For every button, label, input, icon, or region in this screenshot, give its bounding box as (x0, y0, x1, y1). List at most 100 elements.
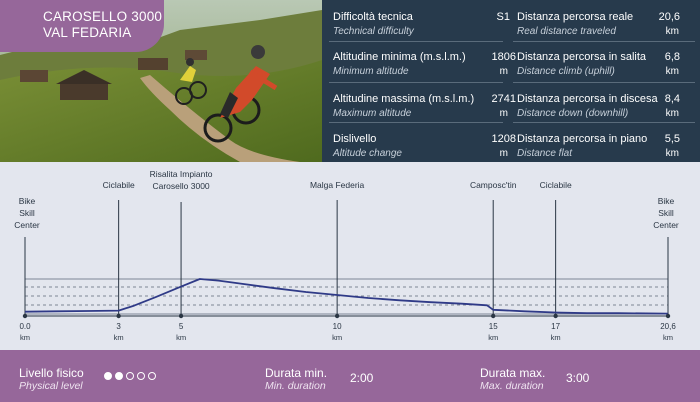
stat-flat-distance: Distanza percorsa in piano Distance flat… (517, 122, 687, 162)
stat-unit: m (499, 108, 508, 119)
stat-label: Distanza percorsa in discesa (517, 93, 658, 105)
stat-min-altitude: Altitudine minima (m.s.l.m.) Minimum alt… (333, 40, 516, 80)
stat-value: 20,6 (658, 11, 680, 23)
stat-divider (513, 41, 695, 42)
physical-level-dots (104, 372, 156, 382)
stat-divider (329, 122, 503, 123)
tick-unit: km (488, 333, 498, 342)
route-title-line2: VAL FEDARIA (43, 25, 132, 40)
min-duration-value: 2:00 (350, 371, 374, 385)
route-title-tag: CAROSELLO 3000 VAL FEDARIA (0, 0, 164, 52)
stat-sublabel: Distance down (downhill) (517, 108, 629, 119)
tick-unit: km (332, 333, 342, 342)
route-title-line1: CAROSELLO 3000 (43, 9, 163, 24)
header-area: CAROSELLO 3000 VAL FEDARIA Difficoltà te… (0, 0, 700, 162)
tick-unit: km (176, 333, 186, 342)
tick-dot (491, 313, 496, 319)
physical-level-sublabel: Physical level (19, 380, 83, 392)
tick-label: 5 (179, 322, 184, 331)
level-dot-filled (115, 372, 123, 380)
tick-dot (178, 313, 184, 319)
stat-label: Distanza percorsa in piano (517, 133, 648, 145)
tick-dot (553, 313, 558, 319)
stat-sublabel: Maximum altitude (333, 108, 412, 119)
stat-divider (513, 122, 695, 123)
waypoint-label: Bike (19, 196, 36, 206)
tick-dot (665, 313, 671, 319)
tick-unit: km (663, 333, 673, 342)
stat-label: Difficoltà tecnica (333, 11, 413, 23)
max-duration-value: 3:00 (566, 371, 590, 385)
tick-unit: km (20, 333, 30, 342)
stat-label: Altitudine minima (m.s.l.m.) (333, 51, 466, 63)
waypoint-label: Malga Federia (310, 180, 365, 190)
stat-value: 6,8 (664, 51, 680, 63)
stat-unit: km (665, 66, 679, 77)
tick-label: 20,6 (660, 322, 676, 331)
stat-altitude-change: Dislivello Altitude change 1208 m (333, 122, 516, 162)
stat-sublabel: Distance flat (517, 148, 573, 159)
stat-downhill-distance: Distanza percorsa in discesa Distance do… (517, 82, 687, 122)
stat-unit: m (499, 148, 508, 159)
waypoint-label: Ciclabile (103, 180, 135, 190)
tick-label: 0.0 (19, 322, 31, 331)
stat-label: Altitudine massima (m.s.l.m.) (333, 93, 475, 105)
stats-panel: Difficoltà tecnica Technical difficulty … (322, 0, 700, 162)
stat-label: Dislivello (333, 133, 377, 145)
stat-divider (513, 82, 695, 83)
waypoint-label: Skill (658, 208, 674, 218)
tick-label: 17 (551, 322, 560, 331)
tick-label: 3 (116, 322, 121, 331)
stat-max-altitude: Altitudine massima (m.s.l.m.) Maximum al… (333, 82, 516, 122)
trail-photo: CAROSELLO 3000 VAL FEDARIA (0, 0, 322, 162)
level-dot-empty (126, 372, 134, 380)
stat-unit: km (665, 148, 679, 159)
waypoint-label: Center (653, 220, 679, 230)
stat-label: Distanza percorsa in salita (517, 51, 647, 63)
stat-sublabel: Real distance traveled (517, 26, 616, 37)
physical-level-label: Livello fisico (19, 366, 84, 380)
level-dot-empty (148, 372, 156, 380)
stat-real-distance: Distanza percorsa reale Real distance tr… (517, 0, 687, 40)
waypoint-label: Carosello 3000 (152, 181, 209, 191)
elevation-profile-chart: Bike Skill Center Ciclabile Risalita Impiant… (14, 169, 679, 342)
stat-uphill-distance: Distanza percorsa in salita Distance cli… (517, 40, 687, 80)
waypoint-label: Bike (658, 196, 675, 206)
max-duration-sublabel: Max. duration (480, 380, 544, 392)
stat-value: S1 (496, 11, 510, 23)
stat-sublabel: Minimum altitude (333, 66, 409, 77)
stat-divider (329, 82, 503, 83)
stat-value: 5,5 (664, 133, 680, 145)
level-dot-filled (104, 372, 112, 380)
elevation-profile: Bike Skill Center Ciclabile Risalita Impiant… (0, 162, 700, 350)
waypoint-label: Camposc'tin (470, 180, 517, 190)
tick-label: 10 (333, 322, 342, 331)
stat-sublabel: Altitude change (333, 148, 402, 159)
stat-technical-difficulty: Difficoltà tecnica Technical difficulty … (333, 0, 510, 40)
stat-unit: km (665, 108, 679, 119)
stat-value: 8,4 (664, 93, 680, 105)
waypoint-label: Center (14, 220, 40, 230)
min-duration-sublabel: Min. duration (265, 380, 326, 392)
stat-value: 1208 (491, 133, 516, 145)
stat-sublabel: Technical difficulty (333, 26, 414, 37)
level-dot-empty (137, 372, 145, 380)
tick-unit: km (114, 333, 124, 342)
stat-label: Distanza percorsa reale (517, 11, 634, 23)
waypoint-label: Skill (19, 208, 35, 218)
max-duration-label: Durata max. (480, 366, 546, 380)
stat-sublabel: Distance climb (uphill) (517, 66, 615, 77)
tick-dot (22, 313, 28, 319)
stat-unit: km (665, 26, 679, 37)
stat-divider (329, 41, 503, 42)
stat-value: 2741 (491, 93, 516, 105)
stat-value: 1806 (491, 51, 516, 63)
min-duration-label: Durata min. (265, 366, 328, 380)
tick-unit: km (551, 333, 561, 342)
footer-bar: Livello fisico Physical level Durata min… (0, 350, 700, 402)
stat-unit: m (499, 66, 508, 77)
waypoint-label: Risalita Impianto (150, 169, 213, 179)
tick-label: 15 (489, 322, 498, 331)
tick-dot (116, 313, 121, 319)
waypoint-label: Ciclabile (540, 180, 572, 190)
